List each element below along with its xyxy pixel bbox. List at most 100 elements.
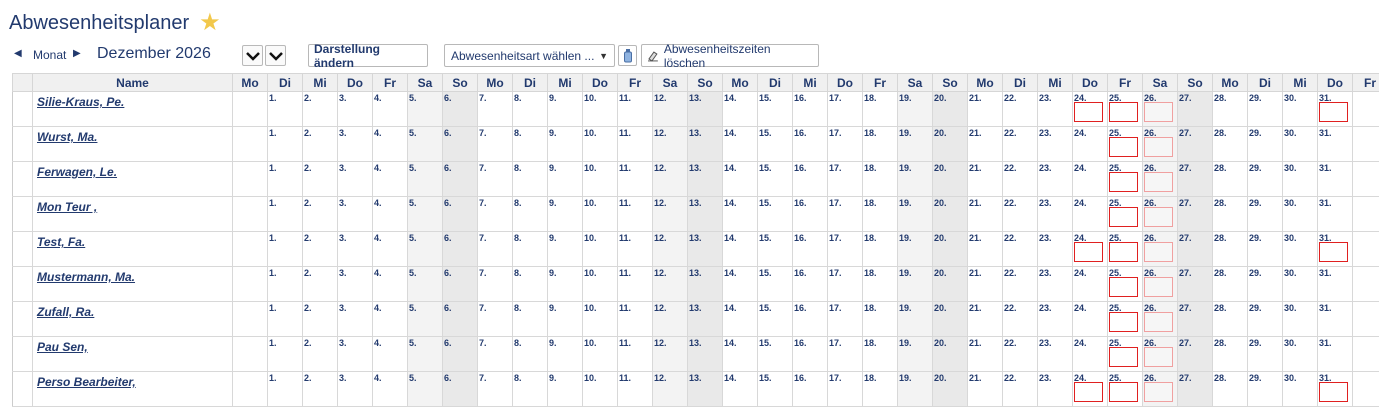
day-cell[interactable]: 24.	[1072, 196, 1108, 232]
day-cell[interactable]: 24.	[1072, 126, 1108, 162]
day-cell[interactable]: 24.	[1072, 161, 1108, 197]
day-cell[interactable]: 19.	[897, 91, 933, 127]
day-cell[interactable]: 5.	[407, 336, 443, 372]
absence-marker[interactable]	[1144, 242, 1173, 262]
day-cell[interactable]: 10.	[582, 371, 618, 407]
next-month-arrow-icon[interactable]: ▶	[73, 48, 81, 59]
day-cell[interactable]: 20.	[932, 161, 968, 197]
absence-marker[interactable]	[1074, 102, 1103, 122]
absence-marker[interactable]	[1319, 102, 1348, 122]
day-cell[interactable]: 15.	[757, 301, 793, 337]
day-cell[interactable]: 18.	[862, 196, 898, 232]
day-cell[interactable]	[232, 231, 268, 267]
day-cell[interactable]: 20.	[932, 266, 968, 302]
employee-name-link[interactable]: Ferwagen, Le.	[37, 165, 117, 179]
day-cell[interactable]: 7.	[477, 266, 513, 302]
day-cell[interactable]: 6.	[442, 301, 478, 337]
change-view-button[interactable]: Darstellung ändern	[308, 42, 428, 70]
day-cell[interactable]: 15.	[757, 371, 793, 407]
day-cell[interactable]: 3.	[337, 266, 373, 302]
day-cell[interactable]: 30.	[1282, 196, 1318, 232]
row-selector[interactable]	[12, 231, 33, 267]
day-cell[interactable]: 7.	[477, 371, 513, 407]
day-cell[interactable]: 1.	[267, 126, 303, 162]
day-cell[interactable]: 13.	[687, 266, 723, 302]
day-cell[interactable]: 31.	[1317, 336, 1353, 372]
day-cell[interactable]	[232, 161, 268, 197]
day-cell[interactable]: 10.	[582, 126, 618, 162]
day-cell[interactable]: 9.	[547, 231, 583, 267]
day-cell[interactable]: 17.	[827, 231, 863, 267]
day-cell[interactable]	[1352, 371, 1379, 407]
day-cell[interactable]: 27.	[1177, 126, 1213, 162]
day-cell[interactable]: 20.	[932, 196, 968, 232]
day-cell[interactable]: 5.	[407, 266, 443, 302]
day-cell[interactable]: 29.	[1247, 301, 1283, 337]
day-cell[interactable]: 8.	[512, 301, 548, 337]
day-cell[interactable]: 22.	[1002, 196, 1038, 232]
row-selector[interactable]	[12, 161, 33, 197]
day-cell[interactable]	[1352, 231, 1379, 267]
day-cell[interactable]: 12.	[652, 196, 688, 232]
day-cell[interactable]: 13.	[687, 126, 723, 162]
day-cell[interactable]: 29.	[1247, 126, 1283, 162]
day-cell[interactable]: 5.	[407, 301, 443, 337]
day-cell[interactable]: 21.	[967, 196, 1003, 232]
day-cell[interactable]: 10.	[582, 161, 618, 197]
day-cell[interactable]	[1352, 91, 1379, 127]
day-cell[interactable]: 29.	[1247, 371, 1283, 407]
day-cell[interactable]: 12.	[652, 371, 688, 407]
day-cell[interactable]: 2.	[302, 266, 338, 302]
day-cell[interactable]: 6.	[442, 126, 478, 162]
day-cell[interactable]: 25.	[1107, 161, 1143, 197]
day-cell[interactable]: 11.	[617, 231, 653, 267]
day-cell[interactable]: 25.	[1107, 301, 1143, 337]
day-cell[interactable]: 18.	[862, 371, 898, 407]
day-cell[interactable]: 17.	[827, 126, 863, 162]
day-cell[interactable]: 23.	[1037, 336, 1073, 372]
day-cell[interactable]: 24.	[1072, 336, 1108, 372]
absence-marker[interactable]	[1109, 382, 1138, 402]
day-cell[interactable]: 3.	[337, 196, 373, 232]
row-selector[interactable]	[12, 126, 33, 162]
day-cell[interactable]: 16.	[792, 301, 828, 337]
day-cell[interactable]: 16.	[792, 371, 828, 407]
day-cell[interactable]: 16.	[792, 126, 828, 162]
day-cell[interactable]: 4.	[372, 371, 408, 407]
day-cell[interactable]: 19.	[897, 126, 933, 162]
day-cell[interactable]: 30.	[1282, 336, 1318, 372]
day-cell[interactable]: 4.	[372, 231, 408, 267]
day-cell[interactable]: 25.	[1107, 91, 1143, 127]
day-cell[interactable]: 27.	[1177, 371, 1213, 407]
day-cell[interactable]: 8.	[512, 336, 548, 372]
day-cell[interactable]: 21.	[967, 371, 1003, 407]
day-cell[interactable]: 5.	[407, 91, 443, 127]
day-cell[interactable]: 15.	[757, 161, 793, 197]
employee-name-link[interactable]: Silie-Kraus, Pe.	[37, 95, 124, 109]
day-cell[interactable]: 4.	[372, 196, 408, 232]
day-cell[interactable]: 12.	[652, 301, 688, 337]
day-cell[interactable]: 13.	[687, 231, 723, 267]
day-cell[interactable]: 22.	[1002, 91, 1038, 127]
day-cell[interactable]: 2.	[302, 231, 338, 267]
day-cell[interactable]: 6.	[442, 161, 478, 197]
day-cell[interactable]: 15.	[757, 336, 793, 372]
day-cell[interactable]: 18.	[862, 266, 898, 302]
absence-marker[interactable]	[1144, 347, 1173, 367]
absence-marker[interactable]	[1109, 312, 1138, 332]
day-cell[interactable]: 13.	[687, 371, 723, 407]
day-cell[interactable]: 16.	[792, 91, 828, 127]
day-cell[interactable]: 30.	[1282, 126, 1318, 162]
fill-button[interactable]	[618, 45, 637, 66]
row-selector[interactable]	[12, 336, 33, 372]
absence-marker[interactable]	[1144, 382, 1173, 402]
day-cell[interactable]: 9.	[547, 161, 583, 197]
day-cell[interactable]: 17.	[827, 161, 863, 197]
day-cell[interactable]: 25.	[1107, 196, 1143, 232]
row-selector[interactable]	[12, 196, 33, 232]
day-cell[interactable]: 27.	[1177, 336, 1213, 372]
absence-marker[interactable]	[1144, 207, 1173, 227]
day-cell[interactable]: 13.	[687, 91, 723, 127]
day-cell[interactable]: 7.	[477, 196, 513, 232]
day-cell[interactable]: 15.	[757, 126, 793, 162]
